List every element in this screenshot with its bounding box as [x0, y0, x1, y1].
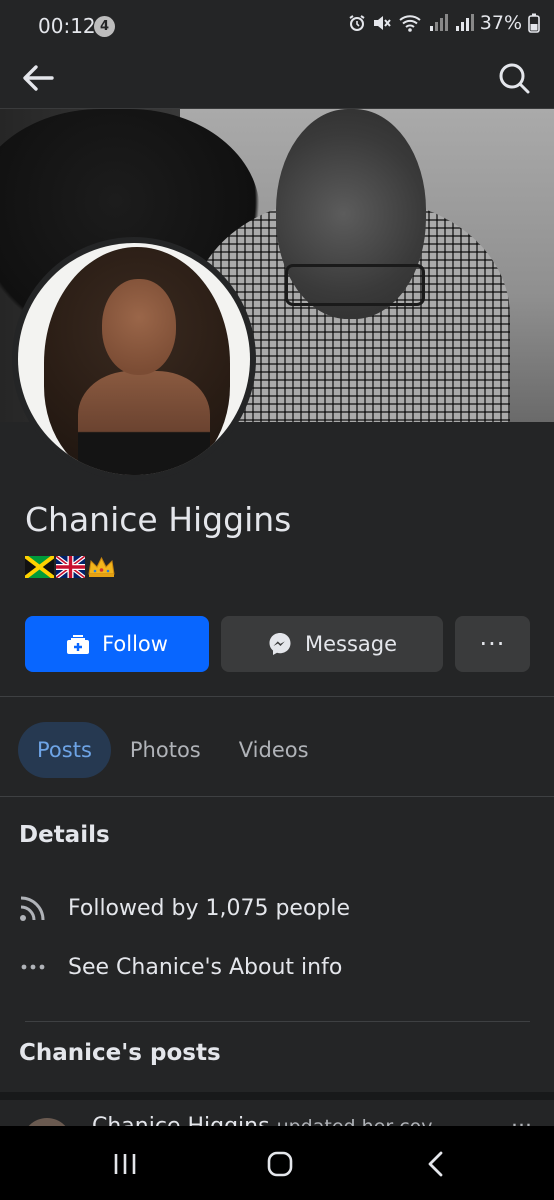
- profile-avatar[interactable]: [12, 237, 256, 481]
- home-icon[interactable]: [266, 1150, 294, 1178]
- more-dots-icon: [18, 952, 48, 982]
- follow-label: Follow: [102, 632, 168, 656]
- tab-posts[interactable]: Posts: [18, 722, 111, 778]
- nav-back-icon[interactable]: [424, 1150, 446, 1178]
- uk-flag-icon: [56, 556, 85, 578]
- details-title: Details: [19, 822, 110, 848]
- about-info-text: See Chanice's About info: [68, 954, 343, 980]
- messenger-icon: [269, 633, 291, 655]
- tab-videos[interactable]: Videos: [220, 722, 328, 778]
- app-bar: [0, 52, 554, 109]
- about-info-row[interactable]: See Chanice's About info: [18, 952, 342, 982]
- divider: [25, 1021, 530, 1022]
- divider: [0, 696, 554, 697]
- status-bar: 00:12 4 37%: [0, 0, 554, 52]
- arrow-left-icon[interactable]: [18, 58, 58, 98]
- mute-icon: [373, 16, 391, 30]
- profile-bio: [25, 556, 116, 578]
- alarm-icon: [349, 15, 365, 31]
- crown-icon: [88, 556, 115, 577]
- signal-icon: [429, 14, 448, 31]
- status-icons: 37%: [348, 12, 540, 34]
- battery-icon: [528, 13, 540, 33]
- followers-text: Followed by 1,075 people: [68, 895, 351, 921]
- follow-button[interactable]: Follow: [25, 616, 209, 672]
- status-time: 00:12: [38, 14, 96, 38]
- battery-percent: 37%: [479, 12, 522, 34]
- search-icon[interactable]: [496, 60, 532, 96]
- jamaica-flag-icon: [25, 556, 54, 578]
- message-label: Message: [304, 632, 398, 656]
- posts-section-title: Chanice's posts: [19, 1040, 221, 1066]
- wifi-icon: [399, 15, 421, 32]
- divider: [0, 796, 554, 797]
- signal-icon-2: [455, 14, 474, 31]
- tab-photos[interactable]: Photos: [111, 722, 220, 778]
- rss-feed-icon: [18, 893, 48, 923]
- system-nav-bar: [0, 1126, 554, 1200]
- more-dots-icon: ···: [479, 630, 506, 658]
- follow-icon: [67, 635, 90, 654]
- message-button[interactable]: Message: [221, 616, 443, 672]
- profile-name: Chanice Higgins: [25, 500, 292, 539]
- notification-count-badge: 4: [94, 16, 115, 37]
- followers-row[interactable]: Followed by 1,075 people: [18, 893, 350, 923]
- profile-tabs: Posts Photos Videos: [18, 722, 328, 778]
- more-options-button[interactable]: ···: [455, 616, 530, 672]
- recent-apps-icon[interactable]: [112, 1152, 138, 1176]
